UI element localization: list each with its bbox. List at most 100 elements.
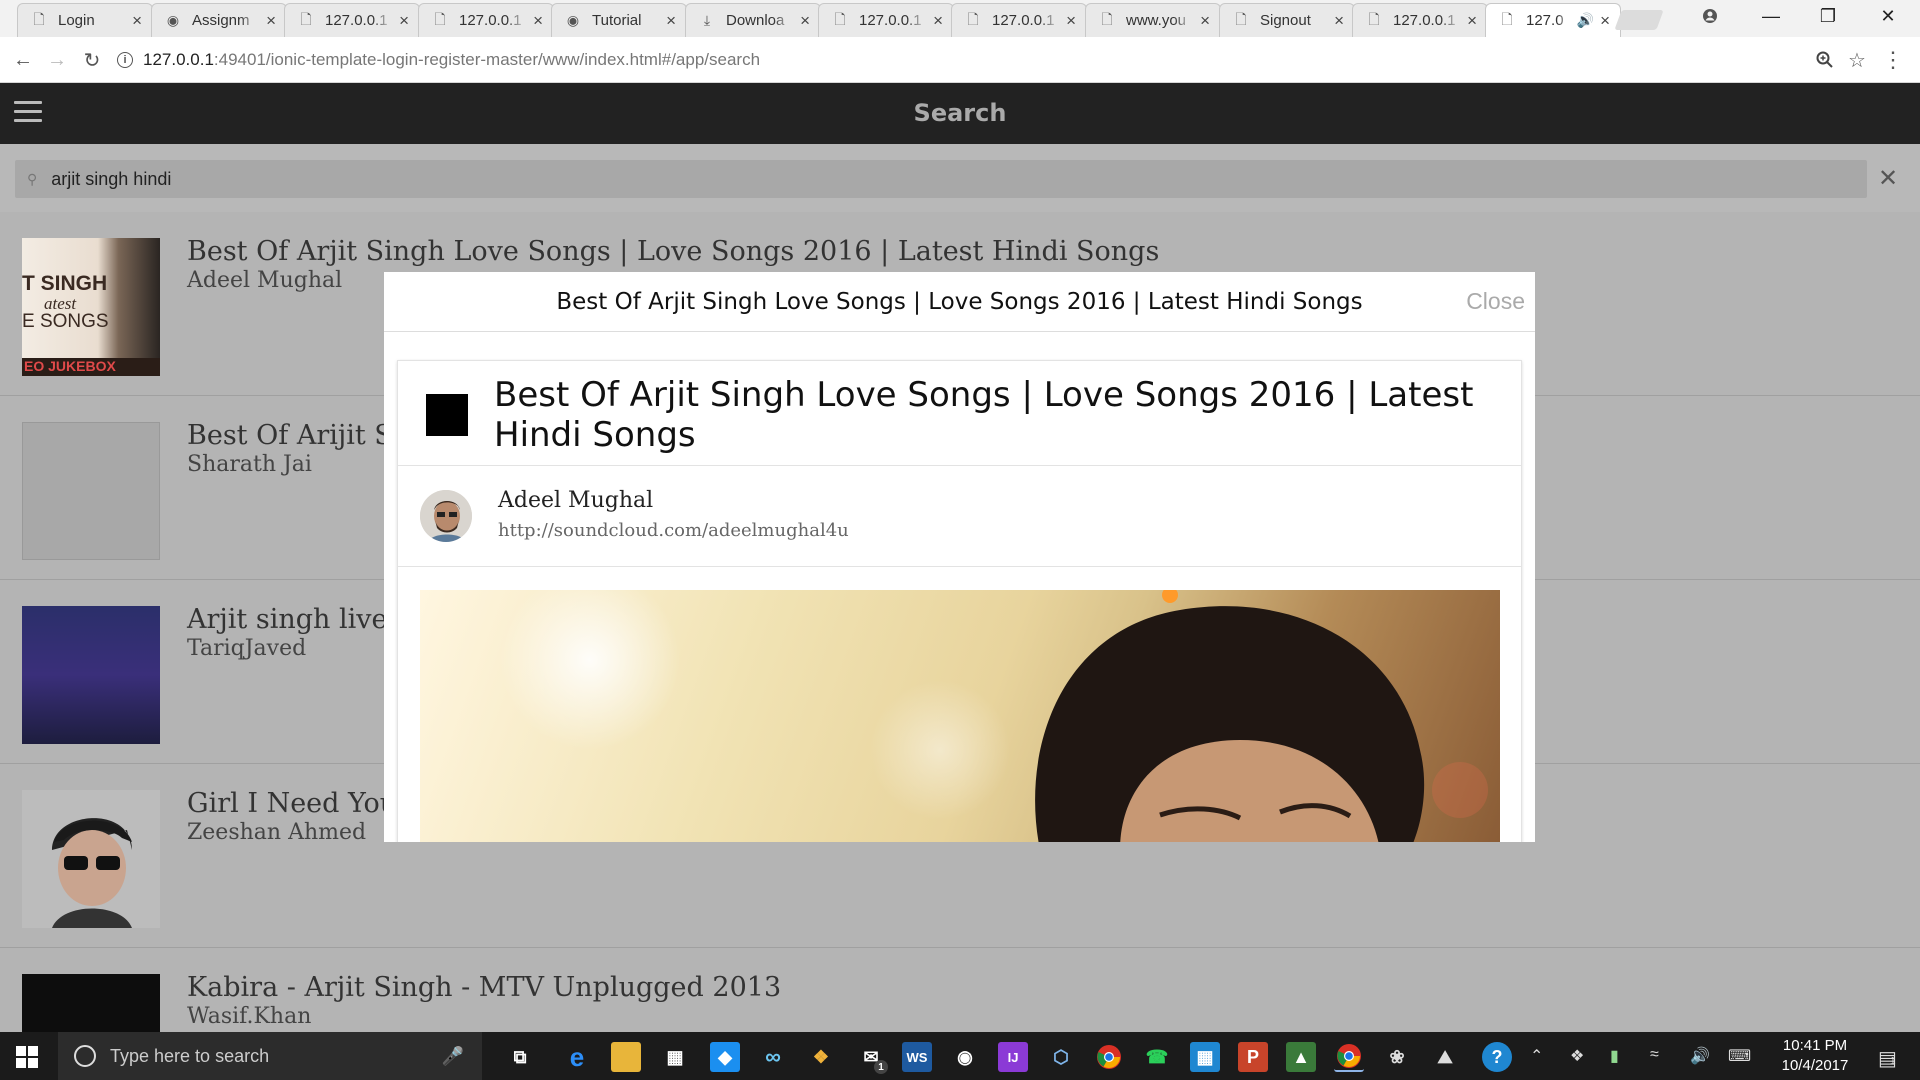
clear-search-icon[interactable]: ✕: [1878, 164, 1898, 193]
tab-title: 127.0.0.1: [992, 12, 1055, 29]
close-tab-icon[interactable]: ×: [266, 11, 276, 31]
avatar: [420, 490, 472, 542]
webstorm-icon[interactable]: WS: [902, 1042, 932, 1072]
restore-button[interactable]: ❐: [1800, 0, 1856, 32]
profile-icon[interactable]: [1682, 0, 1738, 32]
help-icon[interactable]: ?: [1482, 1042, 1512, 1072]
close-tab-icon[interactable]: ×: [1200, 11, 1210, 31]
url-path: :49401/ionic-template-login-register-mas…: [213, 50, 761, 69]
chrome-menu-icon[interactable]: ⋮: [1880, 47, 1906, 73]
close-tab-icon[interactable]: ×: [399, 11, 409, 31]
browser-tab[interactable]: 🗋 127.0.0.1 ×: [818, 3, 954, 37]
close-tab-icon[interactable]: ×: [1467, 11, 1477, 31]
back-button[interactable]: ←: [10, 47, 36, 73]
tab-title: 127.0.0.1: [1393, 12, 1456, 29]
zoom-icon[interactable]: [1812, 47, 1838, 73]
photos-icon[interactable]: ⛰: [1430, 1042, 1460, 1072]
windows-start-icon[interactable]: [16, 1046, 38, 1068]
arduino-icon[interactable]: ∞: [758, 1042, 788, 1072]
close-tab-icon[interactable]: ×: [1066, 11, 1076, 31]
windows-taskbar: Type here to search 🎤 ⧉ e ▦ ◆ ∞ ❖ ✉ 1 WS …: [0, 1032, 1920, 1080]
broken-image-icon: [22, 422, 160, 560]
search-icon: ⚲: [27, 170, 38, 187]
close-window-button[interactable]: ✕: [1860, 0, 1916, 32]
result-author: Adeel Mughal: [187, 268, 343, 293]
browser-tab[interactable]: 🗋 127.0 🔊 ×: [1485, 3, 1621, 37]
page-icon: 🗋: [300, 10, 312, 27]
browser-tab[interactable]: 🗋 www.you ×: [1085, 3, 1221, 37]
audio-playing-icon[interactable]: 🔊: [1577, 12, 1594, 29]
browser-tab[interactable]: ◉ Assignm ×: [151, 3, 287, 37]
modal-close-button[interactable]: Close: [1466, 288, 1525, 315]
card-header: Best Of Arjit Singh Love Songs | Love So…: [398, 361, 1521, 466]
whatsapp-icon[interactable]: ☎: [1142, 1042, 1172, 1072]
tray-expand-icon[interactable]: ⌃: [1530, 1046, 1543, 1066]
search-input[interactable]: ⚲ arjit singh hindi: [15, 160, 1867, 198]
result-thumbnail: [22, 790, 160, 928]
close-tab-icon[interactable]: ×: [666, 11, 676, 31]
android-studio-icon[interactable]: ▲: [1286, 1042, 1316, 1072]
chrome-active-icon[interactable]: [1334, 1042, 1364, 1072]
battery-icon[interactable]: ▮: [1610, 1046, 1619, 1066]
intellij-icon[interactable]: IJ: [998, 1042, 1028, 1072]
microphone-icon[interactable]: 🎤: [442, 1046, 464, 1067]
track-detail-modal: Best Of Arjit Singh Love Songs | Love So…: [384, 272, 1535, 842]
file-explorer-icon[interactable]: [611, 1042, 641, 1072]
site-info-icon[interactable]: i: [117, 52, 133, 68]
chrome-icon[interactable]: [1094, 1042, 1124, 1072]
close-tab-icon[interactable]: ×: [800, 11, 810, 31]
minimize-button[interactable]: —: [1743, 0, 1799, 32]
tab-title: Signout: [1260, 12, 1311, 29]
browser-tab[interactable]: 🗋 Login ×: [17, 3, 153, 37]
tab-title: 127.0: [1526, 12, 1564, 29]
page-icon: 🗋: [1501, 10, 1513, 27]
powerpoint-icon[interactable]: P: [1238, 1042, 1268, 1072]
page-icon: 🗋: [834, 10, 846, 27]
task-view-icon[interactable]: ⧉: [505, 1042, 535, 1072]
taskbar-clock[interactable]: 10:41 PM 10/4/2017: [1760, 1036, 1870, 1076]
tab-title: Assignm: [192, 12, 250, 29]
browser-tab[interactable]: 🗋 Signout ×: [1219, 3, 1355, 37]
notifications-icon[interactable]: ▤ 1: [1878, 1046, 1897, 1071]
dropbox-tray-icon[interactable]: ❖: [1570, 1046, 1584, 1066]
volume-icon[interactable]: 🔊: [1690, 1046, 1710, 1066]
address-bar[interactable]: i 127.0.0.1:49401/ionic-template-login-r…: [117, 43, 1777, 77]
taskbar-search-placeholder: Type here to search: [110, 1045, 270, 1066]
browser-tab[interactable]: 🗋 127.0.0.1 ×: [951, 3, 1087, 37]
keyboard-icon[interactable]: ⌨: [1728, 1046, 1751, 1066]
search-bar: ⚲ arjit singh hindi ✕: [0, 144, 1920, 212]
stop-icon[interactable]: [426, 394, 468, 436]
reload-button[interactable]: ↻: [79, 47, 105, 73]
browser-tab[interactable]: 🗋 127.0.0.1 ×: [418, 3, 554, 37]
bookmark-star-icon[interactable]: ☆: [1844, 47, 1870, 73]
calculator-icon[interactable]: ▦: [1190, 1042, 1220, 1072]
edge-icon[interactable]: e: [562, 1042, 592, 1072]
mail-badge: 1: [874, 1060, 888, 1074]
close-tab-icon[interactable]: ×: [933, 11, 943, 31]
virtualbox-icon[interactable]: ⬡: [1046, 1042, 1076, 1072]
page-icon: 🗋: [1368, 10, 1380, 27]
close-tab-icon[interactable]: ×: [1334, 11, 1344, 31]
new-tab-button[interactable]: [1614, 10, 1664, 30]
uploader-link[interactable]: http://soundcloud.com/adeelmughal4u: [498, 520, 849, 541]
sourcetree-icon[interactable]: ❖: [806, 1042, 836, 1072]
close-tab-icon[interactable]: ×: [533, 11, 543, 31]
uploader-row[interactable]: Adeel Mughal http://soundcloud.com/adeel…: [398, 466, 1521, 567]
result-thumbnail: [22, 606, 160, 744]
taskbar-search-input[interactable]: Type here to search 🎤: [58, 1032, 482, 1080]
close-tab-icon[interactable]: ×: [1600, 11, 1610, 31]
store-icon[interactable]: ▦: [660, 1042, 690, 1072]
paint-icon[interactable]: ❀: [1382, 1042, 1412, 1072]
list-item[interactable]: Kabira - Arjit Singh - MTV Unplugged 201…: [0, 948, 1920, 1032]
tab-title: www.you: [1126, 12, 1187, 29]
close-tab-icon[interactable]: ×: [132, 11, 142, 31]
forward-button[interactable]: →: [44, 47, 70, 73]
browser-tab[interactable]: ⤓ Downloa ×: [685, 3, 821, 37]
browser-tab[interactable]: ◉ Tutorial ×: [551, 3, 687, 37]
dropbox-icon[interactable]: ◆: [710, 1042, 740, 1072]
github-desktop-icon[interactable]: ◉: [950, 1042, 980, 1072]
wifi-icon[interactable]: ≈: [1650, 1046, 1659, 1064]
browser-tab[interactable]: 🗋 127.0.0.1 ×: [284, 3, 420, 37]
browser-tab[interactable]: 🗋 127.0.0.1 ×: [1352, 3, 1488, 37]
mail-icon[interactable]: ✉ 1: [856, 1042, 888, 1074]
